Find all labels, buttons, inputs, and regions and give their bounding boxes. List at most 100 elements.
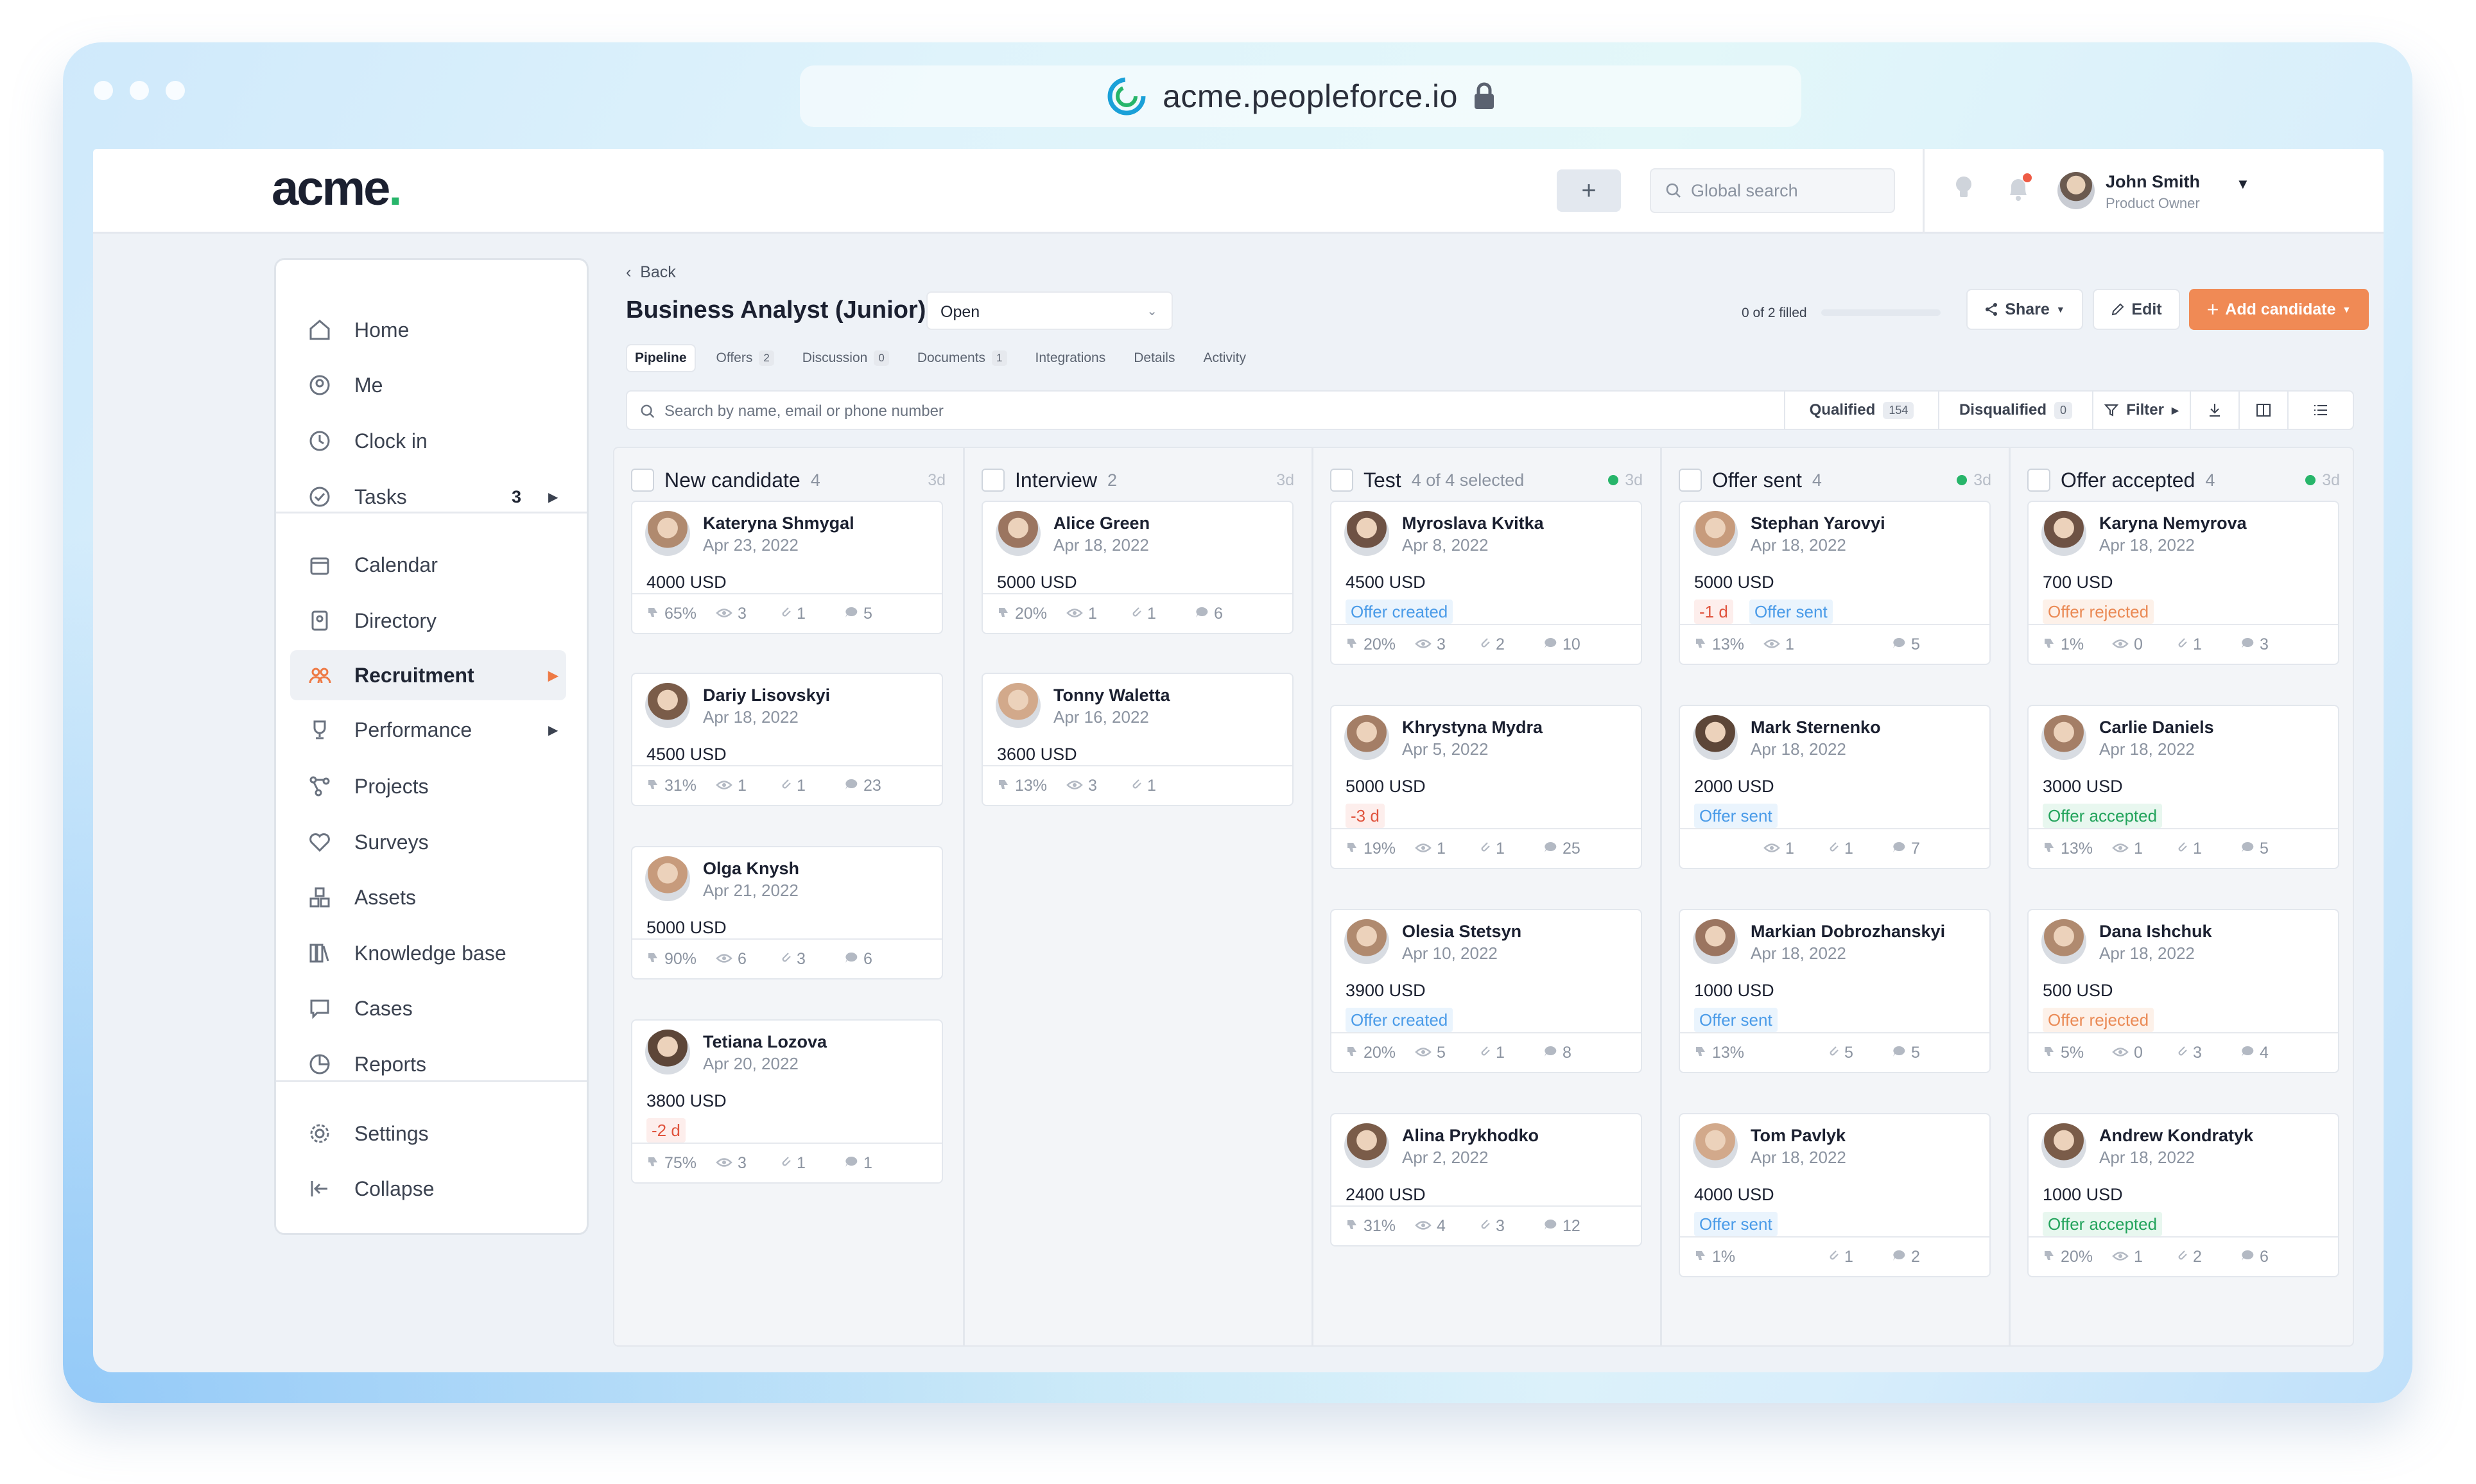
candidate-name[interactable]: Dana Ishchuk bbox=[2099, 922, 2212, 942]
global-search-input[interactable]: Global search bbox=[1650, 168, 1895, 213]
candidate-card[interactable]: Dana Ishchuk Apr 18, 2022 500 USD Offer rej… bbox=[2027, 909, 2339, 1073]
offer-status-badge: -1 d bbox=[1694, 600, 1733, 624]
tab-offers[interactable]: Offers 2 bbox=[709, 344, 782, 372]
tab-discussion[interactable]: Discussion 0 bbox=[795, 344, 897, 372]
candidate-name[interactable]: Khrystyna Mydra bbox=[1402, 718, 1543, 738]
candidate-name[interactable]: Stephan Yarovyi bbox=[1751, 513, 1885, 533]
candidate-name[interactable]: Karyna Nemyrova bbox=[2099, 513, 2247, 533]
chevron-down-icon[interactable]: ▼ bbox=[2236, 176, 2250, 193]
stat-rating: 13% bbox=[997, 777, 1047, 795]
quick-add-button[interactable]: + bbox=[1557, 169, 1621, 212]
sidebar-item-me[interactable]: Me bbox=[290, 360, 566, 410]
candidate-card[interactable]: Karyna Nemyrova Apr 18, 2022 700 USD Offer … bbox=[2027, 501, 2339, 665]
candidate-card[interactable]: Tetiana Lozova Apr 20, 2022 3800 USD -2 d 75… bbox=[631, 1019, 943, 1184]
sidebar-item-knowledge-base[interactable]: Knowledge base bbox=[290, 928, 566, 978]
attachment-icon bbox=[1479, 635, 1491, 654]
add-candidate-button[interactable]: + Add candidate ▼ bbox=[2189, 289, 2369, 330]
candidate-card[interactable]: Kateryna Shmygal Apr 23, 2022 4000 USD 65% 3… bbox=[631, 501, 943, 634]
edit-button[interactable]: Edit bbox=[2093, 289, 2180, 330]
tab-pipeline[interactable]: Pipeline bbox=[626, 344, 696, 372]
candidate-card[interactable]: Andrew Kondratyk Apr 18, 2022 1000 USD Offe… bbox=[2027, 1113, 2339, 1277]
board-view-button[interactable] bbox=[2238, 392, 2287, 429]
candidate-name[interactable]: Olesia Stetsyn bbox=[1402, 922, 1521, 942]
candidate-avatar bbox=[1344, 1123, 1389, 1168]
sidebar-item-surveys[interactable]: Surveys bbox=[290, 817, 566, 867]
select-all-checkbox[interactable] bbox=[1330, 469, 1353, 492]
comment-icon bbox=[1543, 1044, 1557, 1062]
tab-documents[interactable]: Documents 1 bbox=[910, 344, 1015, 372]
candidate-card[interactable]: Alina Prykhodko Apr 2, 2022 2400 USD 31% 4 3 1… bbox=[1330, 1113, 1642, 1247]
tab-activity[interactable]: Activity bbox=[1195, 344, 1254, 372]
candidate-name[interactable]: Olga Knysh bbox=[703, 859, 799, 879]
sidebar-item-projects[interactable]: Projects bbox=[290, 761, 566, 811]
candidate-card[interactable]: Myroslava Kvitka Apr 8, 2022 4500 USD Offer… bbox=[1330, 501, 1642, 665]
stat-comment: 23 bbox=[844, 777, 881, 795]
candidate-card[interactable]: Dariy Lisovskyi Apr 18, 2022 4500 USD 31% 1 1… bbox=[631, 673, 943, 806]
candidate-name[interactable]: Tonny Waletta bbox=[1053, 686, 1170, 705]
job-status-select[interactable]: Open ⌄ bbox=[926, 291, 1173, 330]
candidate-card[interactable]: Mark Sternenko Apr 18, 2022 2000 USD Offer … bbox=[1679, 705, 1991, 869]
views-icon bbox=[716, 1154, 732, 1173]
list-view-button[interactable] bbox=[2287, 392, 2353, 429]
candidate-stats: 75% 3 1 1 bbox=[632, 1143, 942, 1182]
filter-button[interactable]: Filter ▶ bbox=[2092, 392, 2190, 429]
window-close-dot[interactable] bbox=[94, 81, 113, 100]
sidebar-item-settings[interactable]: Settings bbox=[290, 1109, 566, 1159]
window-zoom-dot[interactable] bbox=[166, 81, 185, 100]
select-all-checkbox[interactable] bbox=[2027, 469, 2050, 492]
window-minimize-dot[interactable] bbox=[130, 81, 149, 100]
user-name[interactable]: John Smith bbox=[2106, 172, 2200, 192]
candidate-card[interactable]: Olesia Stetsyn Apr 10, 2022 3900 USD Offer … bbox=[1330, 909, 1642, 1073]
candidate-card[interactable]: Stephan Yarovyi Apr 18, 2022 5000 USD -1 d O… bbox=[1679, 501, 1991, 665]
candidate-card[interactable]: Markian Dobrozhanskyi Apr 18, 2022 1000 US… bbox=[1679, 909, 1991, 1073]
candidate-search-input[interactable]: Search by name, email or phone number bbox=[640, 402, 944, 420]
candidate-name[interactable]: Carlie Daniels bbox=[2099, 718, 2214, 738]
sidebar-item-calendar[interactable]: Calendar bbox=[290, 540, 566, 590]
candidate-name[interactable]: Alina Prykhodko bbox=[1402, 1126, 1539, 1146]
address-bar[interactable]: acme.peopleforce.io bbox=[800, 65, 1801, 127]
tab-details[interactable]: Details bbox=[1126, 344, 1182, 372]
sidebar-item-assets[interactable]: Assets bbox=[290, 872, 566, 922]
candidate-card[interactable]: Alice Green Apr 18, 2022 5000 USD 20% 1 1 6 bbox=[982, 501, 1294, 634]
candidate-card[interactable]: Tonny Waletta Apr 16, 2022 3600 USD 13% 3 1 bbox=[982, 673, 1294, 806]
share-button[interactable]: Share ▼ bbox=[1966, 289, 2083, 330]
sidebar-item-home[interactable]: Home bbox=[290, 305, 566, 355]
candidate-name[interactable]: Andrew Kondratyk bbox=[2099, 1126, 2253, 1146]
candidate-name[interactable]: Markian Dobrozhanskyi bbox=[1751, 922, 1945, 942]
candidate-card[interactable]: Khrystyna Mydra Apr 5, 2022 5000 USD -3 d 19… bbox=[1330, 705, 1642, 869]
chevron-right-icon: ▶ bbox=[548, 668, 558, 683]
qualified-filter[interactable]: Qualified 154 bbox=[1784, 392, 1938, 429]
column-count: 4 bbox=[2205, 470, 2215, 490]
sidebar-item-directory[interactable]: Directory bbox=[290, 596, 566, 646]
sidebar-item-tasks[interactable]: Tasks 3 ▶ bbox=[290, 472, 566, 522]
select-all-checkbox[interactable] bbox=[631, 469, 654, 492]
candidate-name[interactable]: Tom Pavlyk bbox=[1751, 1126, 1846, 1146]
candidate-card[interactable]: Olga Knysh Apr 21, 2022 5000 USD 90% 6 3 6 bbox=[631, 846, 943, 979]
sidebar-item-recruitment[interactable]: Recruitment ▶ bbox=[290, 650, 566, 700]
candidate-card[interactable]: Carlie Daniels Apr 18, 2022 3000 USD Offer … bbox=[2027, 705, 2339, 869]
back-link[interactable]: ‹ Back bbox=[626, 263, 676, 282]
stat-rating: 20% bbox=[2043, 1248, 2093, 1266]
candidate-name[interactable]: Alice Green bbox=[1053, 513, 1150, 533]
sidebar-item-cases[interactable]: Cases bbox=[290, 983, 566, 1033]
user-avatar[interactable] bbox=[2057, 172, 2095, 209]
candidate-name[interactable]: Myroslava Kvitka bbox=[1402, 513, 1544, 533]
disqualified-filter[interactable]: Disqualified 0 bbox=[1938, 392, 2092, 429]
pie-chart-icon bbox=[308, 1053, 331, 1076]
notifications-button[interactable] bbox=[2006, 173, 2032, 206]
acme-logo[interactable]: acme. bbox=[272, 160, 403, 216]
stat-attachment: 1 bbox=[780, 1154, 806, 1173]
sidebar-item-performance[interactable]: Performance ▶ bbox=[290, 705, 566, 755]
select-all-checkbox[interactable] bbox=[982, 469, 1005, 492]
lightbulb-icon[interactable] bbox=[1953, 175, 1974, 203]
download-button[interactable] bbox=[2190, 392, 2238, 429]
sidebar-item-clock-in[interactable]: Clock in bbox=[290, 416, 566, 466]
candidate-name[interactable]: Tetiana Lozova bbox=[703, 1032, 827, 1052]
candidate-name[interactable]: Kateryna Shmygal bbox=[703, 513, 854, 533]
select-all-checkbox[interactable] bbox=[1679, 469, 1702, 492]
candidate-name[interactable]: Dariy Lisovskyi bbox=[703, 686, 830, 705]
sidebar-item-collapse[interactable]: Collapse bbox=[290, 1164, 566, 1214]
candidate-name[interactable]: Mark Sternenko bbox=[1751, 718, 1881, 738]
tab-integrations[interactable]: Integrations bbox=[1028, 344, 1114, 372]
candidate-card[interactable]: Tom Pavlyk Apr 18, 2022 4000 USD Offer sent… bbox=[1679, 1113, 1991, 1277]
